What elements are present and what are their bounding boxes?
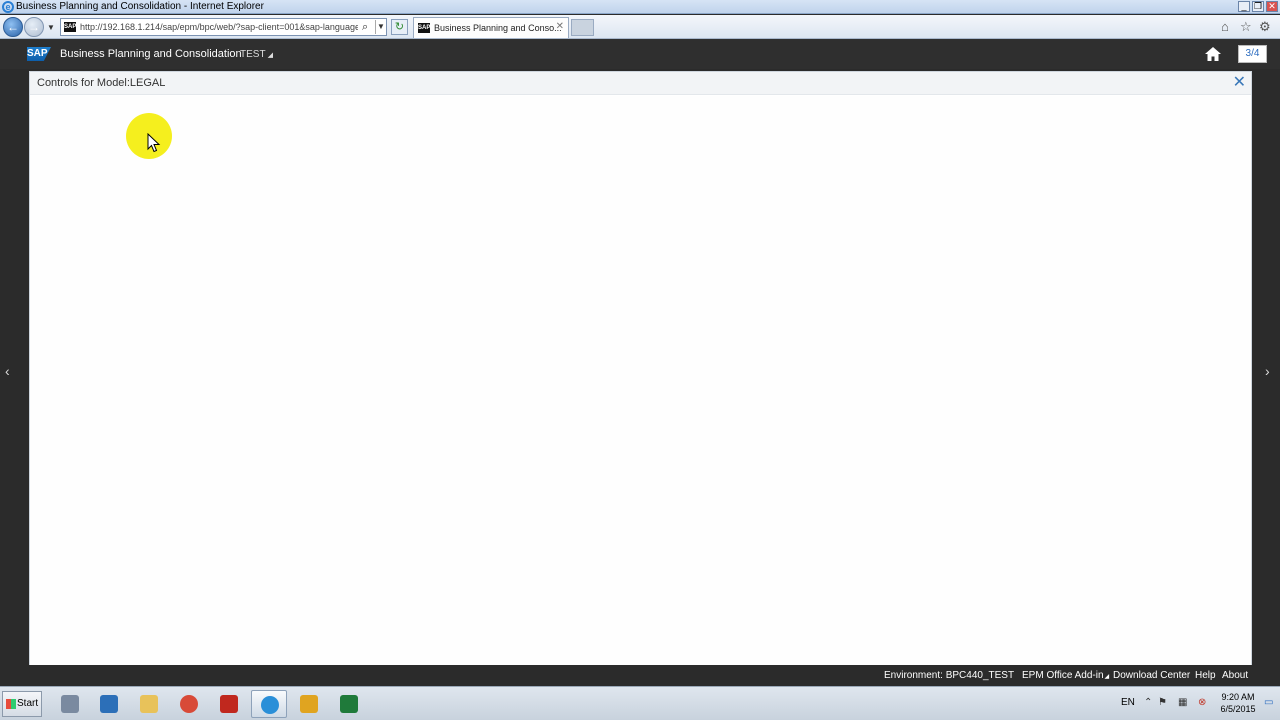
home-icon[interactable]: ⌂ [1221, 18, 1229, 36]
browser-tab-bpc[interactable]: SAP Business Planning and Conso... ✕ [413, 17, 569, 38]
environment-menu[interactable]: TEST ◢ [240, 48, 273, 63]
favorites-star-icon[interactable]: ☆ [1240, 18, 1252, 36]
sap-footer: Environment: BPC440_TEST EPM Office Add-… [0, 666, 1280, 686]
page-counter-label: 3/4 [1245, 48, 1260, 59]
taskbar-app-server-manager[interactable] [52, 690, 88, 718]
search-icon[interactable]: ⌕ [362, 21, 368, 34]
volume-muted-icon[interactable]: ⊗ [1198, 697, 1206, 708]
window-title: Business Planning and Consolidation - In… [16, 1, 264, 12]
refresh-icon[interactable]: ↻ [391, 19, 408, 35]
tab-title: Business Planning and Conso... [434, 23, 562, 33]
home-icon[interactable] [1204, 45, 1222, 63]
address-url[interactable]: http://192.168.1.214/sap/epm/bpc/web/?sa… [80, 21, 358, 34]
browser-toolbar: ← → ▼ SAP http://192.168.1.214/sap/epm/b… [0, 15, 1280, 39]
maximize-button[interactable]: ❐ [1252, 1, 1264, 12]
site-favicon-icon: SAP [64, 22, 77, 32]
chevron-down-icon: ◢ [1104, 674, 1110, 680]
forward-button[interactable]: → [24, 17, 44, 37]
server-manager-icon [61, 695, 79, 713]
clock-time: 9:20 AM [1221, 692, 1255, 702]
epm-addin-label: EPM Office Add-in [1022, 670, 1104, 681]
tools-gear-icon[interactable]: ⚙ [1259, 18, 1271, 36]
show-hidden-icons-icon[interactable]: ⌃ [1144, 697, 1152, 708]
dialog-title: Controls for Model:LEGAL [37, 77, 166, 89]
outlook-icon [300, 695, 318, 713]
show-desktop-icon[interactable]: ▭ [1264, 697, 1273, 708]
taskbar-app-chrome[interactable] [171, 690, 207, 718]
start-label: Start [17, 698, 39, 709]
controls-dialog: Controls for Model:LEGAL ✕ [29, 71, 1252, 665]
windows-taskbar: Start EN ⌃ ⚑ ▦ ⊗ 9:20 AM 6/5/2015 ▭ [0, 686, 1280, 720]
new-tab-button[interactable] [571, 19, 594, 36]
language-indicator[interactable]: EN [1121, 697, 1135, 708]
close-tab-icon[interactable]: ✕ [556, 21, 564, 32]
taskbar-app-acrobat[interactable] [211, 690, 247, 718]
address-dropdown-icon[interactable]: ▼ [375, 20, 386, 34]
taskbar-app-file-explorer[interactable] [131, 690, 167, 718]
history-dropdown-icon[interactable]: ▼ [47, 23, 55, 32]
address-bar[interactable]: SAP http://192.168.1.214/sap/epm/bpc/web… [60, 18, 387, 36]
chrome-icon [180, 695, 198, 713]
internet-explorer-icon [261, 696, 279, 714]
close-window-button[interactable]: ✕ [1266, 1, 1278, 12]
start-button[interactable]: Start [2, 691, 42, 717]
network-icon[interactable]: ▦ [1178, 697, 1187, 708]
tab-favicon-icon: SAP [418, 23, 431, 33]
mouse-cursor-icon [147, 133, 161, 153]
close-icon[interactable]: ✕ [1233, 74, 1246, 92]
environment-menu-label: TEST [240, 49, 266, 60]
next-page-icon[interactable]: › [1265, 363, 1270, 379]
app-title: Business Planning and Consolidation [60, 48, 242, 60]
taskbar-app-powershell[interactable] [91, 690, 127, 718]
download-center-link[interactable]: Download Center [1113, 669, 1190, 683]
sap-logo: SAP [27, 47, 51, 61]
action-center-flag-icon[interactable]: ⚑ [1158, 697, 1167, 708]
about-link[interactable]: About [1222, 669, 1248, 683]
internet-explorer-icon: e [2, 1, 14, 13]
window-title-bar: e Business Planning and Consolidation - … [0, 0, 1280, 14]
windows-flag-icon [6, 699, 16, 709]
dialog-body [30, 96, 1251, 665]
epm-office-addin-menu[interactable]: EPM Office Add-in◢ [1022, 669, 1109, 684]
help-link[interactable]: Help [1195, 669, 1216, 683]
taskbar-app-outlook[interactable] [291, 690, 327, 718]
powershell-icon [100, 695, 118, 713]
excel-icon [340, 695, 358, 713]
taskbar-app-internet-explorer[interactable] [251, 690, 287, 718]
file-explorer-icon [140, 695, 158, 713]
clock-date: 6/5/2015 [1220, 704, 1256, 714]
environment-label: Environment: BPC440_TEST [884, 670, 1015, 681]
chevron-down-icon: ◢ [267, 52, 273, 59]
system-clock[interactable]: 9:20 AM 6/5/2015 [1218, 691, 1258, 715]
back-button[interactable]: ← [3, 17, 23, 37]
acrobat-icon [220, 695, 238, 713]
taskbar-app-excel[interactable] [331, 690, 367, 718]
previous-page-icon[interactable]: ‹ [5, 363, 10, 379]
dialog-header: Controls for Model:LEGAL ✕ [30, 72, 1251, 95]
minimize-button[interactable]: _ [1238, 1, 1250, 12]
sap-shell-header: SAP Business Planning and Consolidation … [0, 39, 1280, 69]
page-counter[interactable]: 3/4 [1238, 45, 1267, 63]
